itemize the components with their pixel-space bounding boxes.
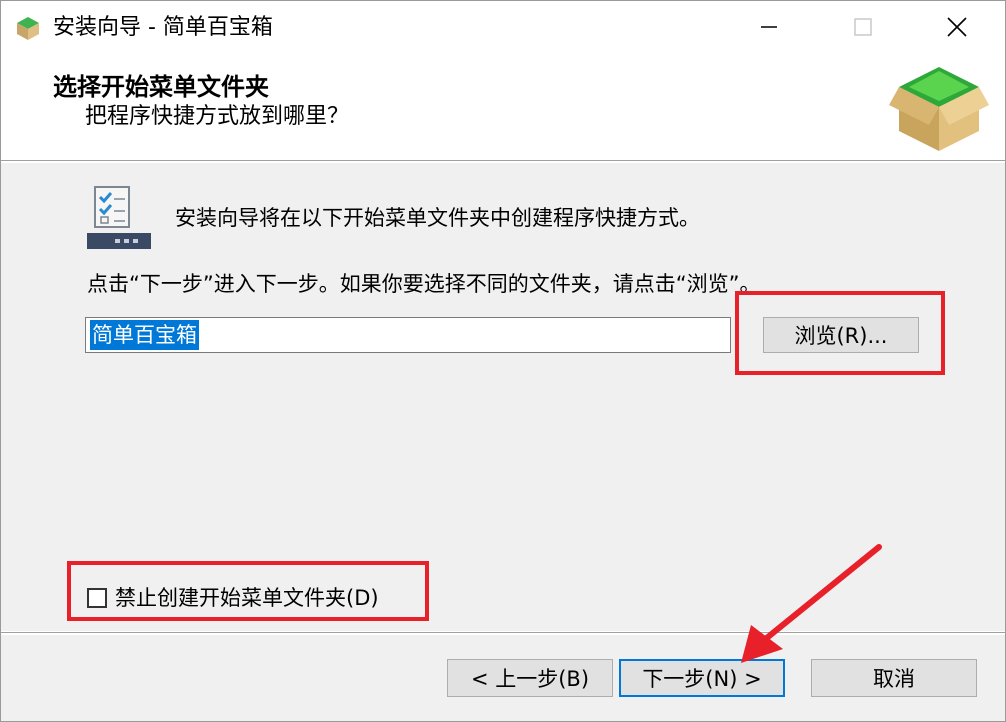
annotation-highlight-browse [735,291,945,375]
hint-text: 点击“下一步”进入下一步。如果你要选择不同的文件夹，请点击“浏览”。 [87,272,761,296]
minimize-icon [761,26,777,28]
maximize-button[interactable] [817,1,909,53]
page-title: 选择开始菜单文件夹 [53,73,269,101]
maximize-icon [854,18,872,36]
window-title: 安装向导 - 简单百宝箱 [53,15,273,40]
header-separator [1,160,1005,162]
checklist-icon [87,186,151,249]
close-button[interactable] [911,1,1003,53]
package-box-icon [889,67,989,151]
page-subtitle: 把程序快捷方式放到哪里？ [85,104,350,129]
close-icon [947,17,967,37]
title-bar[interactable]: 安装向导 - 简单百宝箱 [1,1,1005,57]
intro-text: 安装向导将在以下开始菜单文件夹中创建程序快捷方式。 [175,206,700,230]
annotation-arrow-icon [741,544,882,663]
annotation-highlight-checkbox [67,561,429,621]
back-button[interactable]: < 上一步(B) [447,659,613,697]
start-menu-folder-input[interactable]: 简单百宝箱 [85,317,731,353]
installer-window: 安装向导 - 简单百宝箱 选择开始菜单文件夹 把程序快捷方式放到哪里？ 安装向导… [0,0,1006,722]
wizard-header: 选择开始菜单文件夹 把程序快捷方式放到哪里？ [1,57,1005,161]
folder-input-value: 简单百宝箱 [90,320,199,350]
app-icon [17,17,39,40]
minimize-button[interactable] [723,1,815,53]
